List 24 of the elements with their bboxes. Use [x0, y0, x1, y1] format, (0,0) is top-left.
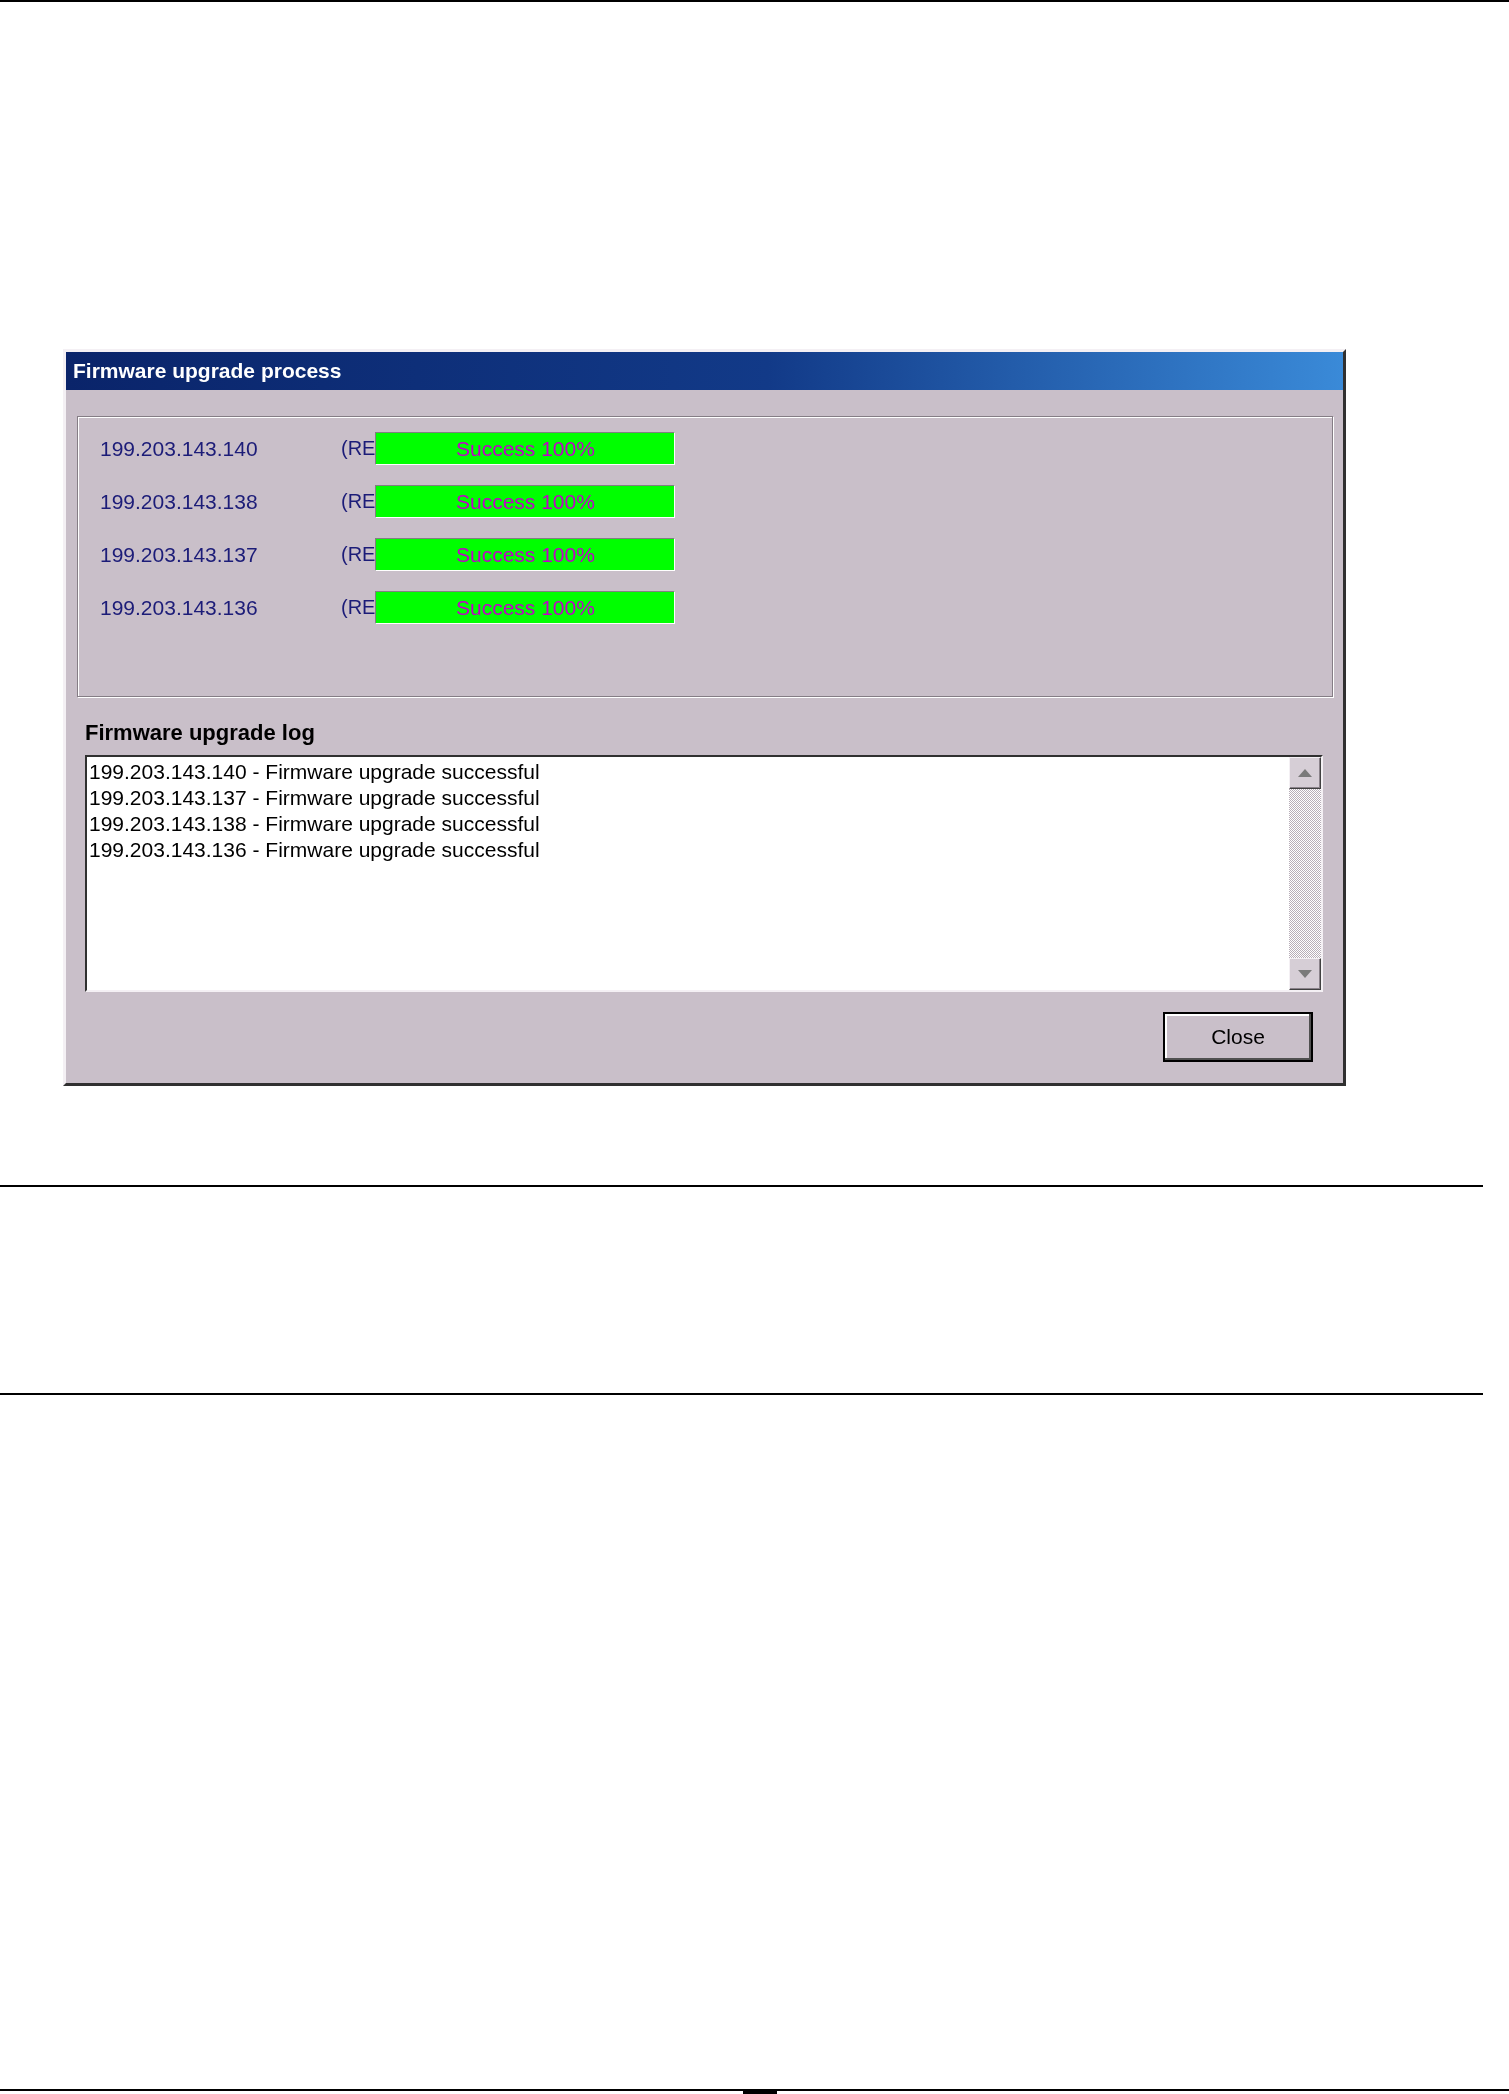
progress-status: Success 100% — [456, 436, 595, 461]
log-label: Firmware upgrade log — [85, 720, 315, 746]
close-button[interactable]: Close — [1163, 1012, 1313, 1062]
progress-status: Success 100% — [456, 595, 595, 620]
device-label: (RE — [341, 596, 376, 619]
log-line: 199.203.143.136 - Firmware upgrade successful — [89, 837, 540, 863]
ip-address: 199.203.143.140 — [100, 436, 259, 461]
log-line: 199.203.143.137 - Firmware upgrade successful — [89, 785, 540, 811]
progress-status: Success 100% — [456, 489, 595, 514]
ip-address: 199.203.143.137 — [100, 542, 259, 567]
log-line: 199.203.143.140 - Firmware upgrade successful — [89, 759, 540, 785]
window-title: Firmware upgrade process — [73, 359, 342, 383]
up-arrow-icon — [1298, 769, 1312, 777]
scroll-down-button[interactable] — [1289, 958, 1321, 990]
device-label: (RE — [341, 490, 376, 513]
device-label: (RE — [341, 543, 376, 566]
log-field[interactable]: 199.203.143.140 - Firmware upgrade successful 199.203.143.137 - Firmware upgrade successful 199.203.143.138 - Firmware upgrade successful 199.203.143.136 - Firmware upgrade successful — [85, 755, 1323, 992]
progress-status: Success 100% — [456, 542, 595, 567]
ip-address: 199.203.143.138 — [100, 489, 259, 514]
down-arrow-icon — [1298, 970, 1312, 978]
ip-address: 199.203.143.136 — [100, 595, 259, 620]
device-label: (RE — [341, 437, 376, 460]
scroll-up-button[interactable] — [1289, 757, 1321, 789]
log-line: 199.203.143.138 - Firmware upgrade successful — [89, 811, 540, 837]
